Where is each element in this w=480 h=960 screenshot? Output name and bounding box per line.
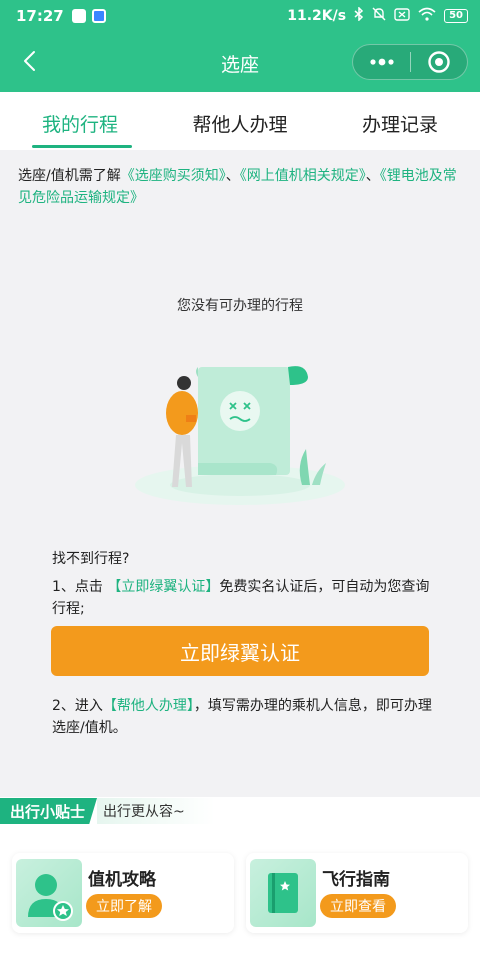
tips-header: 出行小贴士 出行更从容~	[0, 798, 215, 824]
notice-prefix: 选座/值机需了解	[18, 168, 121, 184]
battery-indicator: 50	[444, 9, 468, 23]
step2-prefix: 2、进入	[52, 698, 103, 714]
tab-my-trips[interactable]: 我的行程	[0, 92, 160, 150]
nav-bar: 选座	[0, 32, 480, 92]
notice-separator: 、	[225, 168, 240, 184]
more-dots-icon	[369, 58, 394, 66]
notice-separator: 、	[365, 168, 380, 184]
tab-records[interactable]: 办理记录	[320, 92, 480, 150]
checkin-notice: 选座/值机需了解《选座购买须知》、《网上值机相关规定》、《锂电池及常见危险品运输…	[18, 165, 464, 209]
green-wing-verify-button[interactable]: 立即绿翼认证	[51, 626, 429, 676]
empty-trips-illustration	[135, 366, 345, 505]
bluetooth-icon	[354, 6, 364, 25]
guide-book-icon	[250, 859, 316, 927]
sim-off-icon	[394, 7, 410, 25]
tab-bar: 我的行程 帮他人办理 办理记录	[0, 92, 480, 150]
status-time: 17:27	[16, 7, 64, 25]
status-indicators: 11.2K/s 50	[287, 6, 468, 25]
cloud-notification-icon	[91, 9, 106, 23]
help-others-link[interactable]: 【帮他人办理】	[103, 698, 194, 714]
checkin-guide-title: 值机攻略	[88, 870, 156, 890]
tips-subtitle: 出行更从容~	[97, 798, 215, 824]
help-section: 找不到行程? 1、点击 【立即绿翼认证】免费实名认证后，可自动为您查询行程;	[52, 548, 432, 620]
network-speed: 11.2K/s	[287, 8, 347, 24]
help-step-1: 1、点击 【立即绿翼认证】免费实名认证后，可自动为您查询行程;	[52, 576, 432, 620]
app-notification-icon	[71, 9, 86, 23]
more-button[interactable]	[353, 45, 410, 79]
step1-prefix: 1、点击	[52, 579, 103, 595]
status-app-icons	[71, 9, 106, 23]
flight-guide-card[interactable]: 飞行指南 立即查看	[246, 853, 468, 933]
wifi-icon	[418, 7, 436, 25]
miniprogram-capsule	[352, 44, 468, 80]
mute-bell-icon	[372, 7, 386, 25]
travel-tips-section: 出行小贴士 出行更从容~ 值机攻略 立即了解 飞行指南 立即查看	[0, 797, 480, 960]
flight-guide-title: 飞行指南	[322, 870, 390, 890]
target-close-icon	[428, 51, 450, 73]
view-now-button[interactable]: 立即查看	[320, 894, 396, 918]
tips-badge: 出行小贴士	[0, 798, 98, 824]
help-step-2: 2、进入【帮他人办理】，填写需办理的乘机人信息，即可办理选座/值机。	[52, 695, 432, 739]
online-checkin-rules-link[interactable]: 《网上值机相关规定》	[240, 168, 366, 184]
empty-state-message: 您没有可办理的行程	[177, 298, 303, 314]
close-miniprogram-button[interactable]	[411, 45, 467, 79]
purchase-notice-link[interactable]: 《选座购买须知》	[121, 168, 226, 184]
tab-help-others[interactable]: 帮他人办理	[160, 92, 320, 150]
person-star-icon	[16, 859, 82, 927]
green-wing-verify-link[interactable]: 【立即绿翼认证】	[107, 579, 219, 595]
learn-now-button[interactable]: 立即了解	[86, 894, 162, 918]
active-tab-indicator	[32, 145, 132, 148]
help-question: 找不到行程?	[52, 551, 130, 567]
checkin-guide-card[interactable]: 值机攻略 立即了解	[12, 853, 234, 933]
status-bar: 17:27 11.2K/s 50	[0, 0, 480, 32]
